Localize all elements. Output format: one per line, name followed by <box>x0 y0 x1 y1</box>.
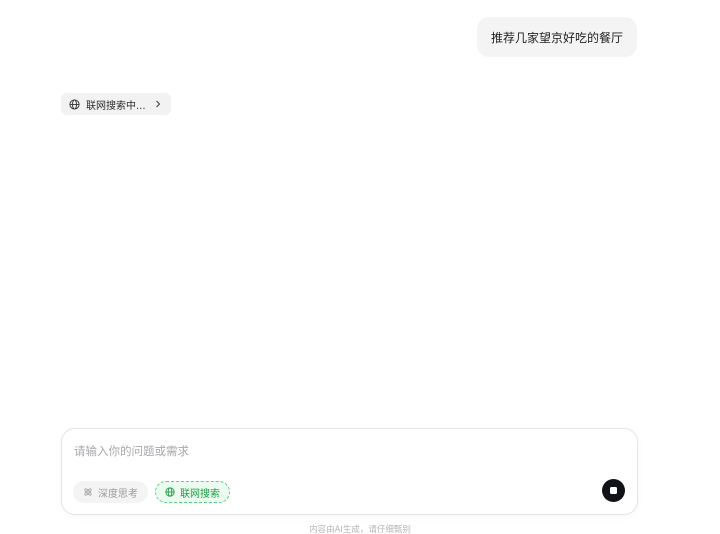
message-composer: 深度思考 联网搜索 <box>61 428 638 515</box>
chevron-right-icon <box>154 100 162 108</box>
deep-think-label: 深度思考 <box>98 488 138 500</box>
globe-icon <box>165 487 175 497</box>
message-input[interactable] <box>74 440 594 462</box>
stop-icon <box>610 487 617 494</box>
search-status-toggle[interactable]: 联网搜索中... <box>61 93 171 115</box>
stop-generation-button[interactable] <box>602 479 625 502</box>
search-status-label: 联网搜索中... <box>86 100 146 112</box>
user-message-bubble: 推荐几家望京好吃的餐厅 <box>476 17 637 57</box>
deep-think-toggle[interactable]: 深度思考 <box>73 481 148 503</box>
atom-icon <box>83 487 93 497</box>
globe-icon <box>69 98 80 110</box>
user-message-text: 推荐几家望京好吃的餐厅 <box>490 30 623 45</box>
web-search-label: 联网搜索 <box>180 488 220 500</box>
ai-disclaimer: 内容由AI生成，请仔细甄别 <box>309 525 411 534</box>
web-search-toggle[interactable]: 联网搜索 <box>155 481 230 503</box>
chat-page: 推荐几家望京好吃的餐厅 联网搜索中... 请输入你的问题或需求 深度思考 联网搜… <box>0 0 720 534</box>
